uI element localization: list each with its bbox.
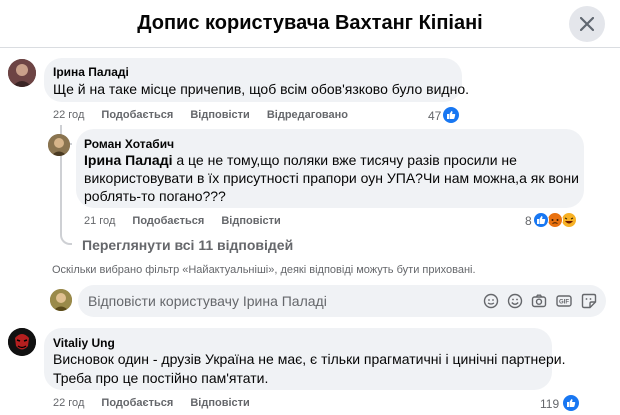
reply-button[interactable]: Відповісти	[190, 109, 249, 121]
thread-line	[60, 145, 72, 245]
avatar-sticker-icon[interactable]	[483, 293, 499, 309]
reply-bubble: Роман Хотабич Ірина Паладі а це не тому,…	[76, 129, 584, 208]
comment-text: Висновок один - друзів Україна не має, є…	[53, 351, 566, 367]
user-avatar	[50, 289, 72, 311]
like-button[interactable]: Подобається	[101, 109, 173, 121]
avatar[interactable]	[8, 59, 36, 87]
reaction-count[interactable]: 47	[428, 109, 441, 123]
reaction-count[interactable]: 119	[540, 397, 559, 411]
camera-icon[interactable]	[531, 293, 547, 309]
avatar[interactable]	[8, 328, 36, 356]
comment-actions: 22 год Подобається Відповісти Відредагов…	[53, 109, 362, 121]
like-button[interactable]: Подобається	[101, 397, 173, 409]
comment-bubble: Ірина Паладі Ще й на таке місце причепив…	[44, 58, 469, 102]
emoji-icon[interactable]	[507, 293, 523, 309]
reply-input[interactable]: Відповісти користувачу Ірина Паладі	[88, 293, 327, 309]
dialog-header: Допис користувача Вахтанг Кіпіані	[0, 0, 620, 48]
comment-actions: 21 год Подобається Відповісти	[84, 215, 295, 227]
like-reaction-icon	[443, 107, 459, 123]
filter-notice: Оскільки вибрано фільтр «Найактуальніші»…	[52, 264, 476, 276]
close-icon	[580, 17, 594, 31]
sticker-icon[interactable]	[581, 293, 597, 309]
comment-text: Ірина Паладі а це не тому,що поляки вже …	[84, 152, 517, 168]
comment-author[interactable]: Vitaliy Ung	[53, 336, 115, 350]
comment-time[interactable]: 21 год	[84, 215, 115, 227]
avatar[interactable]	[48, 134, 70, 156]
comment-bubble: Vitaliy Ung Висновок один - друзів Украї…	[44, 328, 566, 390]
like-reaction-icon	[563, 395, 579, 411]
haha-reaction-icon	[561, 212, 577, 228]
reply-composer[interactable]: Відповісти користувачу Ірина Паладі GIF	[78, 285, 606, 317]
reply-button[interactable]: Відповісти	[221, 215, 280, 227]
reply-button[interactable]: Відповісти	[190, 397, 249, 409]
comment-text-line: роблять-то погано???	[84, 188, 226, 204]
gif-icon[interactable]: GIF	[556, 293, 572, 309]
comment-time[interactable]: 22 год	[53, 397, 84, 409]
close-button[interactable]	[569, 6, 605, 42]
like-reaction-icon	[533, 212, 549, 228]
comment-text-line: Треба про це постійно пам'ятати.	[53, 370, 269, 386]
comment-text-line: використовувати в їх присутності прапори…	[84, 170, 579, 186]
dialog-title: Допис користувача Вахтанг Кіпіані	[137, 12, 483, 34]
like-button[interactable]: Подобається	[132, 215, 204, 227]
svg-text:GIF: GIF	[559, 300, 569, 306]
comment-author[interactable]: Ірина Паладі	[53, 65, 129, 79]
edited-label: Відредаговано	[266, 109, 349, 121]
mention-link[interactable]: Ірина Паладі	[84, 152, 172, 168]
angry-reaction-icon	[547, 212, 563, 228]
comment-time[interactable]: 22 год	[53, 109, 84, 121]
comment-actions: 22 год Подобається Відповісти	[53, 397, 264, 409]
reaction-count[interactable]: 8	[525, 214, 532, 228]
view-replies-link[interactable]: Переглянути всі 11 відповідей	[82, 237, 293, 253]
comment-author[interactable]: Роман Хотабич	[84, 137, 174, 151]
comment-text: Ще й на таке місце причепив, щоб всім об…	[53, 81, 470, 97]
